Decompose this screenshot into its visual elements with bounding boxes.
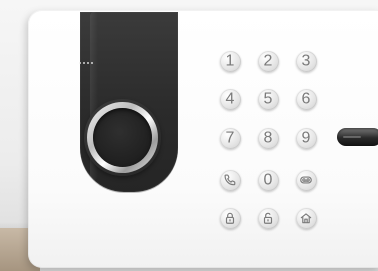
voicemail-button[interactable]: [295, 169, 317, 191]
card-slot-icon: [337, 128, 378, 146]
key-label: 8: [263, 129, 273, 147]
key-label: 6: [301, 90, 311, 108]
alarm-keypad-photo: 1 2 3 4 5 6 7 8 9 0: [0, 0, 378, 271]
key-label: 0: [263, 171, 273, 189]
phone-icon: [223, 173, 237, 187]
key-2[interactable]: 2: [257, 50, 279, 72]
key-6[interactable]: 6: [295, 88, 317, 110]
voicemail-icon: [299, 173, 313, 187]
key-label: 1: [225, 52, 235, 70]
unlock-icon: [261, 211, 275, 225]
key-4[interactable]: 4: [219, 88, 241, 110]
key-9[interactable]: 9: [295, 127, 317, 149]
lock-icon: [223, 211, 237, 225]
key-3[interactable]: 3: [295, 50, 317, 72]
key-label: 9: [301, 129, 311, 147]
arm-away-button[interactable]: [219, 207, 241, 229]
key-0[interactable]: 0: [257, 169, 279, 191]
disarm-button[interactable]: [257, 207, 279, 229]
key-label: 5: [263, 90, 273, 108]
key-8[interactable]: 8: [257, 127, 279, 149]
call-button[interactable]: [219, 169, 241, 191]
key-1[interactable]: 1: [219, 50, 241, 72]
home-icon: [299, 211, 313, 225]
key-label: 3: [301, 52, 311, 70]
arm-home-button[interactable]: [295, 207, 317, 229]
keypad: 1 2 3 4 5 6 7 8 9 0: [0, 0, 378, 271]
key-label: 2: [263, 52, 273, 70]
key-label: 7: [225, 129, 235, 147]
key-label: 4: [225, 90, 235, 108]
key-7[interactable]: 7: [219, 127, 241, 149]
key-5[interactable]: 5: [257, 88, 279, 110]
